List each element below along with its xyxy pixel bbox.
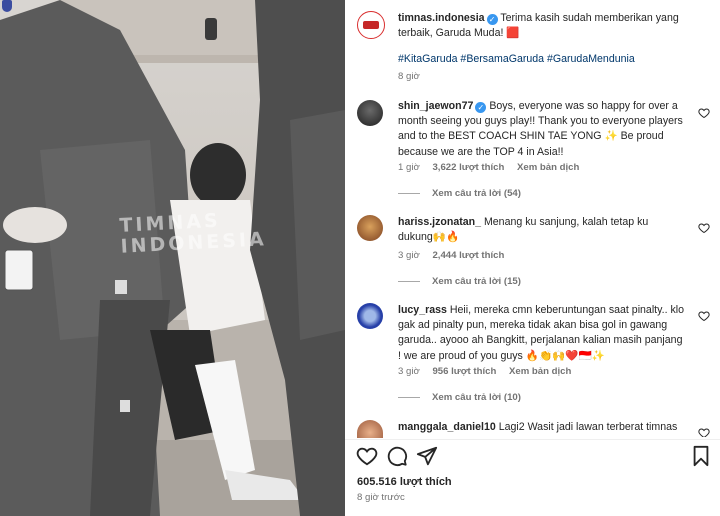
comment-line: Heii, mereka cmn keberuntungan saat pina…: [449, 304, 685, 316]
view-replies-button[interactable]: Xem câu trả lời (15): [398, 276, 521, 287]
like-heart-icon[interactable]: [356, 445, 378, 467]
avatar-logo: [363, 21, 379, 29]
post-timestamp: 8 giờ trước: [357, 492, 405, 503]
translate-link[interactable]: Xem bản dịch: [509, 366, 571, 377]
comment-meta: 3 giờ 956 lượt thích Xem bản dịch: [398, 366, 581, 377]
action-bar: [356, 445, 712, 469]
actions-divider: [345, 439, 720, 440]
comment-username[interactable]: hariss.jzonatan_: [398, 216, 481, 228]
replies-label: Xem câu trả lời (10): [432, 392, 521, 403]
comment-meta: 3 giờ 2,444 lượt thích: [398, 250, 514, 261]
translate-link[interactable]: Xem bản dịch: [517, 162, 579, 173]
heart-icon[interactable]: [698, 310, 710, 322]
comment-line: month seeing you guys play!! Thank you t…: [398, 115, 683, 128]
comment-meta: 1 giờ 3,622 lượt thích Xem bản dịch: [398, 162, 589, 173]
shield-icon: [2, 0, 12, 12]
photo-corner-logo: [2, 0, 64, 14]
comment-avatar[interactable]: [357, 303, 383, 329]
verified-icon: ✓: [486, 14, 498, 25]
post-hashtags[interactable]: #KitaGaruda #BersamaGaruda #GarudaMendun…: [398, 52, 694, 67]
heart-icon[interactable]: [698, 107, 710, 119]
comment-2-text: hariss.jzonatan_ Menang ku sanjung, kala…: [398, 215, 694, 245]
comment-username[interactable]: manggala_daniel10: [398, 421, 496, 433]
photo-watermark: TIMNAS INDONESIA: [119, 208, 267, 258]
replies-line: [398, 396, 420, 398]
comment-line: gak ad pinalty pun, mereka tidak akan bi…: [398, 319, 668, 332]
comment-icon[interactable]: [386, 445, 408, 467]
post-likes-count[interactable]: 605.516 lượt thích: [357, 476, 452, 488]
comment-time: 3 giờ: [398, 250, 420, 261]
author-avatar[interactable]: [357, 11, 385, 39]
comment-likes[interactable]: 956 lượt thích: [432, 366, 496, 377]
post-caption: timnas.indonesia ✓ Terima kasih sudah mem…: [398, 11, 694, 41]
comment-line: because we are the TOP 4 in Asia!!: [398, 145, 564, 158]
comment-line: and to the BEST COACH SHIN TAE YONG ✨ Be…: [398, 130, 664, 143]
comment-time: 3 giờ: [398, 366, 420, 377]
comment-line: ! we are proud of you guys 🔥👏🙌❤️🇮🇩✨: [398, 349, 605, 362]
photo-scene: [0, 0, 345, 516]
bookmark-icon[interactable]: [690, 445, 712, 467]
share-icon[interactable]: [416, 445, 438, 467]
verified-icon: ✓: [475, 102, 487, 113]
comment-line: dukung🙌🔥: [398, 231, 460, 244]
post-photo[interactable]: TIMNAS INDONESIA: [0, 0, 345, 516]
comment-3-text: lucy_rass Heii, mereka cmn keberuntungan…: [398, 303, 694, 364]
view-replies-button[interactable]: Xem câu trả lời (54): [398, 188, 521, 199]
comment-line: Boys, everyone was so happy for over a: [489, 100, 678, 112]
comment-4-text: manggala_daniel10 Lagi2 Wasit jadi lawan…: [398, 420, 694, 438]
caption-line-1: Terima kasih sudah memberikan yang: [500, 12, 679, 24]
author-username[interactable]: timnas.indonesia: [398, 12, 485, 24]
heart-icon[interactable]: [698, 427, 710, 437]
comment-avatar[interactable]: [357, 420, 383, 438]
comment-username[interactable]: shin_jaewon77: [398, 100, 473, 112]
post-time: 8 giờ: [398, 71, 420, 82]
comment-line: Menang ku sanjung, kalah tetap ku: [483, 216, 649, 228]
replies-line: [398, 192, 420, 194]
replies-label: Xem câu trả lời (54): [432, 188, 521, 199]
post-detail-panel: timnas.indonesia ✓ Terima kasih sudah mem…: [345, 0, 720, 516]
replies-label: Xem câu trả lời (15): [432, 276, 521, 287]
view-replies-button[interactable]: Xem câu trả lời (10): [398, 392, 521, 403]
comment-1-text: shin_jaewon77 ✓ Boys, everyone was so hap…: [398, 99, 694, 160]
comment-likes[interactable]: 3,622 lượt thích: [432, 162, 504, 173]
comment-line: garuda.. ayooo ah Bangkitt, perjalanan k…: [398, 334, 683, 347]
comment-time: 1 giờ: [398, 162, 420, 173]
heart-icon[interactable]: [698, 222, 710, 234]
comment-avatar[interactable]: [357, 100, 383, 126]
caption-line-2: terbaik, Garuda Muda! 🟥: [398, 27, 520, 40]
replies-line: [398, 280, 420, 282]
comment-likes[interactable]: 2,444 lượt thích: [432, 250, 504, 261]
comment-avatar[interactable]: [357, 215, 383, 241]
comment-username[interactable]: lucy_rass: [398, 304, 447, 316]
comment-line: Lagi2 Wasit jadi lawan terberat timnas: [498, 421, 678, 433]
